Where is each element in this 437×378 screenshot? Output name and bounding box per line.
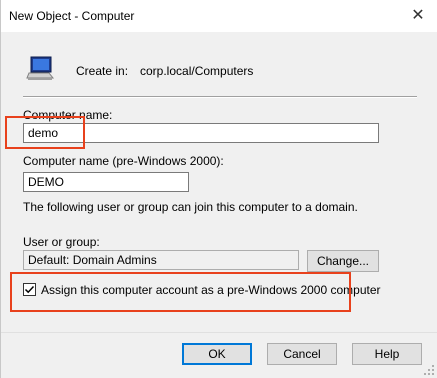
help-button[interactable]: Help <box>352 343 422 365</box>
join-info-text: The following user or group can join thi… <box>23 200 358 214</box>
new-object-computer-dialog: New Object - Computer ✕ Create in: corp.… <box>0 0 437 378</box>
divider <box>23 96 417 98</box>
cancel-button[interactable]: Cancel <box>267 343 337 365</box>
close-button[interactable]: ✕ <box>398 0 437 30</box>
computer-icon <box>26 56 55 80</box>
create-in-value: corp.local/Computers <box>140 64 254 78</box>
highlight-computer-name <box>5 116 85 149</box>
pre2000-name-input[interactable]: DEMO <box>23 172 189 192</box>
user-group-field: Default: Domain Admins <box>23 250 299 270</box>
close-icon: ✕ <box>411 7 425 24</box>
user-group-label: User or group: <box>23 235 100 249</box>
ok-button[interactable]: OK <box>182 343 252 365</box>
pre2000-name-label: Computer name (pre-Windows 2000): <box>23 154 224 168</box>
resize-grip-icon[interactable] <box>423 364 435 376</box>
footer-divider <box>1 332 437 333</box>
create-in-label: Create in: <box>76 64 129 78</box>
title-bar: New Object - Computer ✕ <box>1 0 437 32</box>
change-button[interactable]: Change... <box>307 250 379 272</box>
highlight-assign-checkbox <box>10 272 351 312</box>
window-title: New Object - Computer <box>9 9 135 23</box>
